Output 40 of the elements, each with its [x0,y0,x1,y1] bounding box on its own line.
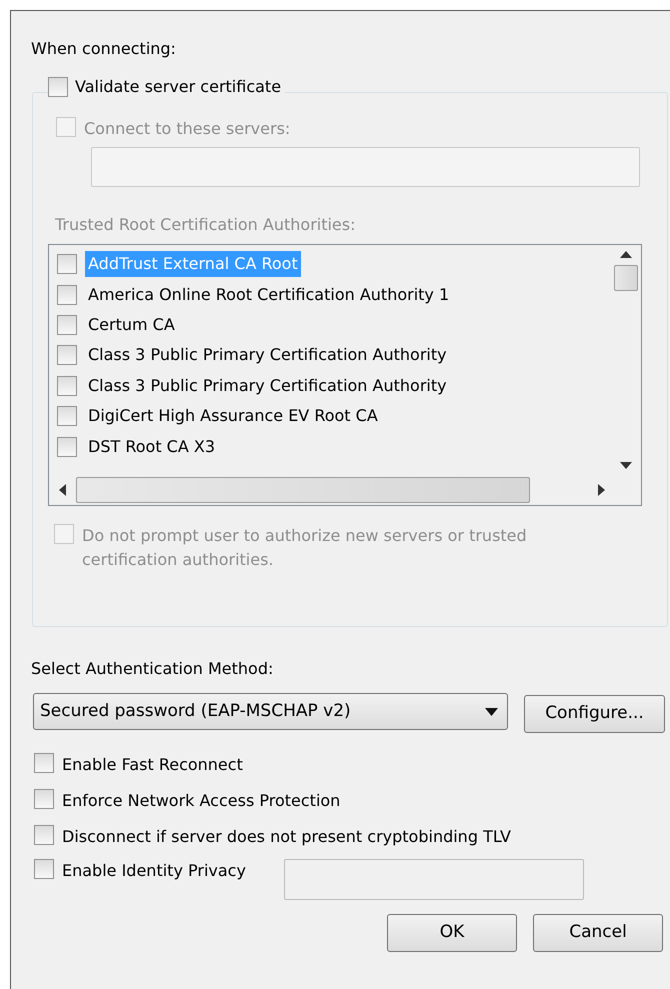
list-item[interactable]: America Online Root Certification Authority 1 [85,282,452,308]
checkbox[interactable] [57,436,77,457]
dialog-button[interactable]: Cancel [533,914,663,952]
dropdown-arrow-icon[interactable] [485,708,498,716]
checkbox[interactable] [57,406,77,426]
checkbox-label: Enable Identity Privacy [62,860,246,882]
checkbox-label: Disconnect if server does not present cryptobinding TLV [62,826,511,848]
checkbox[interactable] [34,825,54,845]
list-item[interactable]: DigiCert High Assurance EV Root CA [85,403,381,430]
configure-button[interactable]: Configure... [524,695,665,733]
scroll-up-icon[interactable] [620,251,632,258]
checkbox[interactable] [57,376,77,396]
checkbox[interactable] [57,345,77,366]
list-item[interactable]: Class 3 Public Primary Certification Authority [85,342,450,368]
checkbox-label: Validate server certificate [75,76,282,98]
checkbox[interactable] [48,77,68,97]
checkbox[interactable] [34,789,54,809]
checkbox-label: Connect to these servers: [84,118,290,140]
checkbox[interactable] [34,859,54,879]
checkbox[interactable] [57,254,77,274]
checkbox[interactable] [57,284,77,305]
checkbox[interactable] [57,314,77,335]
checkbox-label: Do not prompt user to authorize new servers or trusted certification authorities. [82,525,528,571]
checkbox-label: Enable Fast Reconnect [62,754,243,776]
dialog-button[interactable]: OK [387,914,517,952]
list-label: Trusted Root Certification Authorities: [55,214,356,236]
scroll-thumb[interactable] [614,265,638,291]
scroll-left-icon[interactable] [59,484,66,496]
list-item[interactable]: Class 3 Public Primary Certification Authority [85,372,450,399]
scroll-right-icon[interactable] [598,484,605,496]
scroll-down-icon[interactable] [620,462,632,469]
checkbox-label: Enforce Network Access Protection [62,790,340,812]
section-label: Select Authentication Method: [31,658,274,680]
list-item[interactable]: Certum CA [85,312,178,338]
list-item[interactable]: DST Root CA X3 [85,434,218,460]
identity-field[interactable] [284,859,584,900]
section-label: When connecting: [31,38,177,60]
method-dropdown[interactable]: Secured password (EAP-MSCHAP v2) [33,693,508,730]
checkbox[interactable] [34,753,54,773]
scroll-thumb[interactable] [76,477,530,503]
